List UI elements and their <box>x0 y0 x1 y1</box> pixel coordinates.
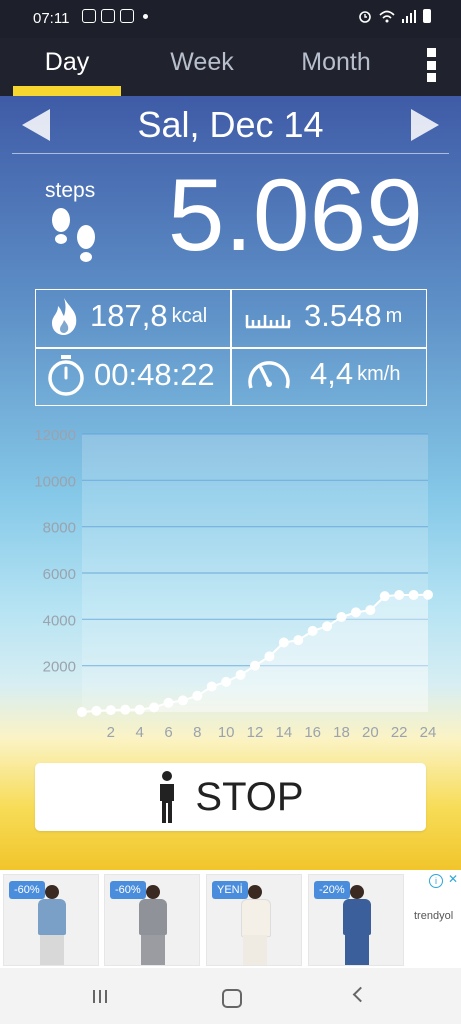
x-tick-label: 4 <box>135 724 143 741</box>
x-tick-label: 18 <box>333 724 350 741</box>
x-tick-label: 6 <box>164 724 172 741</box>
recents-icon[interactable] <box>93 990 107 1003</box>
chart-data-point <box>264 651 275 662</box>
y-tick-label: 6000 <box>43 566 76 583</box>
chart-data-point <box>177 695 188 706</box>
chart-data-point <box>322 621 333 632</box>
y-tick-label: 12000 <box>34 427 76 444</box>
chart-data-point <box>336 612 347 623</box>
chart-data-point <box>423 589 433 600</box>
chart-data-point <box>408 590 419 601</box>
chart-data-point <box>149 702 160 713</box>
chart-data-point <box>105 705 116 716</box>
chart-data-point <box>394 590 405 601</box>
chart-data-point <box>250 660 260 671</box>
x-tick-label: 20 <box>362 724 379 741</box>
chart-data-point <box>379 591 390 602</box>
ad-item[interactable]: -60% <box>104 874 200 966</box>
chart-data-point <box>307 625 318 636</box>
chart-data-point <box>235 669 246 680</box>
chart-data-point <box>134 704 145 715</box>
home-icon[interactable] <box>222 989 242 1008</box>
chart-data-point <box>120 704 131 715</box>
y-tick-label: 2000 <box>43 659 76 676</box>
ad-close-icon[interactable]: ✕ <box>448 872 458 886</box>
y-tick-label: 10000 <box>34 473 76 490</box>
system-navigation-bar <box>0 968 461 1024</box>
chart-data-point <box>206 681 217 692</box>
ad-banner[interactable]: -60% -60% YENİ -20% trendyol i ✕ <box>0 870 461 968</box>
x-tick-label: 16 <box>304 724 321 741</box>
ad-item[interactable]: -60% <box>3 874 99 966</box>
y-tick-label: 4000 <box>43 612 76 629</box>
x-tick-label: 12 <box>247 724 264 741</box>
chart-data-point <box>365 605 376 616</box>
x-tick-label: 10 <box>218 724 235 741</box>
model-image <box>339 885 375 965</box>
x-tick-label: 24 <box>420 724 437 741</box>
adchoices-icon[interactable]: i <box>429 874 443 888</box>
y-tick-label: 8000 <box>43 520 76 537</box>
chart-data-point <box>192 690 203 701</box>
x-tick-label: 14 <box>275 724 292 741</box>
chart-data-point <box>77 707 87 717</box>
chart-data-point <box>221 676 232 687</box>
steps-chart: 200040006000800010000120002 4 6 8 10 12 14 16 18… <box>34 427 437 741</box>
chart-data-point <box>293 635 304 646</box>
x-tick-label: 8 <box>193 724 201 741</box>
ad-brand: trendyol <box>414 910 454 922</box>
x-tick-label: 22 <box>391 724 408 741</box>
model-image <box>34 885 70 965</box>
x-tick-label: 2 <box>107 724 115 741</box>
chart-data-point <box>163 697 174 708</box>
chart-data-point <box>91 705 102 716</box>
back-icon[interactable] <box>352 986 369 1003</box>
ad-item[interactable]: -20% <box>308 874 404 966</box>
chart-data-point <box>350 607 361 618</box>
chart-data-point <box>278 637 289 648</box>
model-image <box>237 885 273 965</box>
ad-item[interactable]: YENİ <box>206 874 302 966</box>
model-image <box>135 885 171 965</box>
